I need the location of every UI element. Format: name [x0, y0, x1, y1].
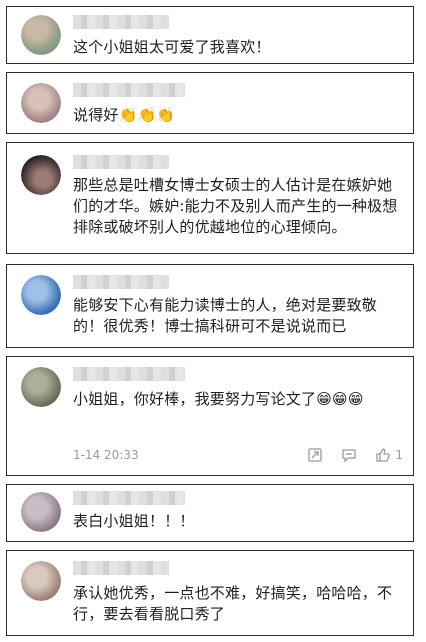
comment-text: 这个小姐姐太可爱了我喜欢！ — [73, 38, 271, 56]
avatar[interactable] — [21, 367, 61, 407]
comment-card: 小姐姐，你好棒，我要努力写论文了😁😁😁 1-14 20:33 1 — [6, 356, 414, 476]
action-icons: 1 — [307, 447, 403, 463]
username-blurred[interactable] — [73, 491, 185, 505]
comment-card: 那些总是吐槽女博士女硕士的人估计是在嫉妒她们的才华。嫉妒:能力不及别人而产生的一… — [6, 142, 414, 254]
forward-icon[interactable] — [307, 447, 323, 463]
avatar[interactable] — [21, 275, 61, 315]
username-blurred[interactable] — [73, 561, 169, 575]
comment-card: 这个小姐姐太可爱了我喜欢！ — [6, 6, 414, 64]
timestamp: 1-14 20:33 — [73, 448, 139, 462]
username-blurred[interactable] — [73, 83, 185, 97]
comment-card: 表白小姐姐！！！ — [6, 484, 414, 542]
comment-icon[interactable] — [341, 447, 357, 463]
comment-text: 能够安下心有能力读博士的人，绝对是要致敬的！很优秀！博士搞科研可不是说说而已 — [73, 296, 378, 335]
avatar[interactable] — [21, 155, 61, 195]
username-blurred[interactable] — [73, 367, 185, 381]
comment-text: 小姐姐，你好棒，我要努力写论文了😁😁😁 — [73, 390, 364, 408]
comment-text: 承认她优秀，一点也不难，好搞笑，哈哈哈，不行，要去看看脱口秀了 — [73, 584, 393, 623]
comment-text: 说得好👏👏👏 — [73, 106, 176, 124]
avatar[interactable] — [21, 492, 61, 532]
comment-card: 说得好👏👏👏 — [6, 72, 414, 134]
comment-text: 那些总是吐槽女博士女硕士的人估计是在嫉妒她们的才华。嫉妒:能力不及别人而产生的一… — [73, 176, 398, 236]
username-blurred[interactable] — [73, 15, 169, 29]
avatar[interactable] — [21, 83, 61, 123]
like-count: 1 — [395, 448, 403, 462]
thumbs-up-icon — [376, 448, 391, 462]
comment-text: 表白小姐姐！！！ — [73, 512, 195, 530]
username-blurred[interactable] — [73, 155, 169, 169]
comment-meta: 1-14 20:33 1 — [73, 447, 403, 463]
like-button[interactable]: 1 — [375, 447, 403, 463]
comment-card: 能够安下心有能力读博士的人，绝对是要致敬的！很优秀！博士搞科研可不是说说而已 — [6, 264, 414, 348]
comment-card: 承认她优秀，一点也不难，好搞笑，哈哈哈，不行，要去看看脱口秀了 — [6, 550, 414, 636]
username-blurred[interactable] — [73, 275, 169, 289]
avatar[interactable] — [21, 561, 61, 601]
avatar[interactable] — [21, 15, 61, 55]
